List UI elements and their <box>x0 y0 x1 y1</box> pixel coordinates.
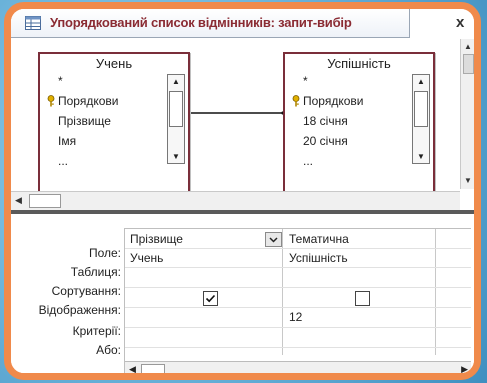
dropdown-arrow-icon[interactable] <box>265 232 282 247</box>
row-label-show: Відображення: <box>38 303 121 317</box>
query-window: Упорядкований список відмінників: запит-… <box>4 2 481 380</box>
row-label-criteria: Критерії: <box>72 324 121 338</box>
field-list-scrollbar[interactable]: ▲ ▼ <box>167 74 185 164</box>
field-item-primary-key[interactable]: Порядкови <box>58 94 118 108</box>
field-item[interactable]: 18 січня <box>303 114 348 128</box>
show-checkbox-checked[interactable] <box>203 291 218 306</box>
field-item[interactable]: ... <box>58 154 68 168</box>
scroll-thumb[interactable] <box>169 91 183 127</box>
checkbox-checked-icon <box>205 294 216 303</box>
field-item[interactable]: * <box>303 74 308 88</box>
field-list-title: Успішність <box>327 56 391 71</box>
scroll-thumb[interactable] <box>29 194 61 208</box>
row-label-field: Поле: <box>88 246 121 260</box>
grid-row-divider <box>125 347 471 348</box>
query-tab[interactable]: Упорядкований список відмінників: запит-… <box>11 9 410 38</box>
show-checkbox-unchecked[interactable] <box>355 291 370 306</box>
scroll-right-arrow-icon[interactable]: ▶ <box>461 364 468 373</box>
field-list-uspishnist[interactable]: Успішність * Порядкови 18 січня 20 січня… <box>283 52 435 194</box>
row-label-sort: Сортування: <box>51 284 121 298</box>
scroll-up-arrow-icon[interactable]: ▲ <box>170 77 182 86</box>
scroll-up-arrow-icon[interactable]: ▲ <box>463 42 473 52</box>
field-list-items: * Порядкови Прізвище Імя ... <box>40 72 168 192</box>
field-item[interactable]: * <box>58 74 63 88</box>
query-design-grid-area: Поле: Таблиця: Сортування: Відображення:… <box>11 214 474 373</box>
field-item[interactable]: Прізвище <box>58 114 111 128</box>
grid-row-divider <box>125 307 471 308</box>
grid-row-divider <box>125 267 471 268</box>
scroll-down-arrow-icon[interactable]: ▼ <box>170 152 182 161</box>
scroll-thumb[interactable] <box>463 54 474 74</box>
row-label-or: Або: <box>96 343 121 357</box>
field-cell[interactable]: Тематична <box>289 232 349 246</box>
scroll-down-arrow-icon[interactable]: ▼ <box>415 152 427 161</box>
query-design-icon <box>25 16 41 30</box>
field-item[interactable]: Імя <box>58 134 76 148</box>
field-list-title: Учень <box>95 56 133 71</box>
field-item-primary-key[interactable]: Порядкови <box>303 94 363 108</box>
grid-row-divider <box>125 287 471 288</box>
scroll-up-arrow-icon[interactable]: ▲ <box>415 77 427 86</box>
grid-row-divider <box>125 248 471 249</box>
close-icon[interactable]: x <box>456 14 464 31</box>
field-list-uchen[interactable]: Учень * Порядкови Прізвище Імя ... ▲ ▼ <box>38 52 190 194</box>
title-bar: Упорядкований список відмінників: запит-… <box>11 9 474 39</box>
field-item[interactable]: ... <box>303 154 313 168</box>
field-list-scrollbar[interactable]: ▲ ▼ <box>412 74 430 164</box>
row-label-table: Таблиця: <box>70 265 121 279</box>
criteria-cell[interactable]: 12 <box>289 310 302 324</box>
design-vertical-scrollbar[interactable]: ▲ ▼ <box>460 39 474 189</box>
grid-horizontal-scrollbar[interactable]: ◀ ▶ <box>125 361 471 373</box>
scroll-left-arrow-icon[interactable]: ◀ <box>129 364 136 373</box>
grid-row-divider <box>125 327 471 328</box>
field-list-items: * Порядкови 18 січня 20 січня ... <box>285 72 413 192</box>
table-cell[interactable]: Успішність <box>289 251 348 265</box>
field-item[interactable]: 20 січня <box>303 134 348 148</box>
design-horizontal-scrollbar[interactable]: ◀ <box>11 191 460 211</box>
scroll-down-arrow-icon[interactable]: ▼ <box>463 176 473 186</box>
scroll-thumb[interactable] <box>141 364 165 373</box>
field-cell[interactable]: Прізвище <box>130 232 183 246</box>
key-icon <box>292 95 300 107</box>
window-title: Упорядкований список відмінників: запит-… <box>50 15 352 30</box>
scroll-thumb[interactable] <box>414 91 428 127</box>
scroll-left-arrow-icon[interactable]: ◀ <box>15 195 22 206</box>
query-design-grid: Прізвище Учень Тематична Успішність 12 ◀ <box>124 228 471 373</box>
table-cell[interactable]: Учень <box>130 251 163 265</box>
table-design-area[interactable]: Учень * Порядкови Прізвище Імя ... ▲ ▼ У… <box>11 39 460 194</box>
key-icon <box>47 95 55 107</box>
